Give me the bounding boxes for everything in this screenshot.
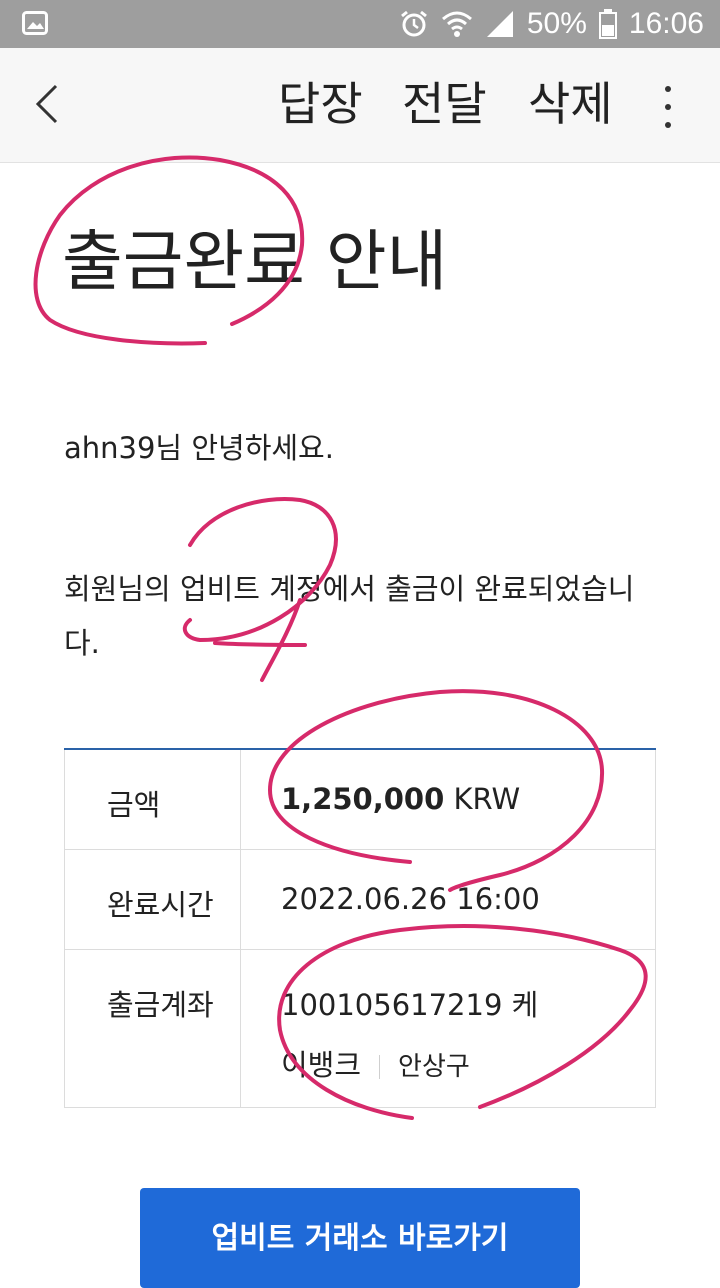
bank-name: 이뱅크 <box>281 1047 362 1082</box>
go-to-upbit-exchange-button[interactable]: 업비트 거래소 바로가기 <box>140 1188 580 1288</box>
more-options-icon[interactable] <box>648 80 688 134</box>
forward-button[interactable]: 전달 <box>402 76 487 132</box>
wifi-icon <box>441 11 472 37</box>
email-title: 출금완료 안내 <box>62 223 448 300</box>
alarm-icon <box>400 10 427 37</box>
message-text: 회원님의 업비트 계정에서 출금이 완료되었습니다. <box>64 572 635 660</box>
account-number: 100105617219 케 <box>281 987 539 1022</box>
account-holder: 안상구 <box>398 1051 470 1082</box>
table-row: 출금계좌 100105617219 케 이뱅크 안상구 <box>64 948 656 1108</box>
status-bar: 50% 16:06 <box>0 0 720 48</box>
account-label: 출금계좌 <box>64 948 241 1108</box>
clock: 16:06 <box>628 7 704 40</box>
account-value-cell: 100105617219 케 이뱅크 안상구 <box>240 948 656 1108</box>
delete-button[interactable]: 삭제 <box>528 76 613 132</box>
reply-button[interactable]: 답장 <box>278 76 363 132</box>
battery-icon <box>598 9 617 39</box>
battery-percent: 50% <box>526 7 587 40</box>
account-bank-line: 이뱅크 안상구 <box>281 1038 635 1094</box>
completion-time-label: 완료시간 <box>64 848 241 950</box>
amount-label: 금액 <box>64 748 241 850</box>
greeting-text: ahn39님 안녕하세요. <box>64 431 334 465</box>
amount-value: 1,250,000 <box>281 782 445 816</box>
app-bar: 답장 전달 삭제 <box>0 48 720 163</box>
signal-icon <box>486 11 513 37</box>
table-row: 완료시간 2022.06.26 16:00 <box>64 848 656 950</box>
back-arrow-icon[interactable] <box>22 74 72 134</box>
withdrawal-info-table: 금액 1,250,000 KRW 완료시간 2022.06.26 16:00 출… <box>64 748 656 1108</box>
divider <box>379 1054 381 1079</box>
completion-time-value: 2022.06.26 16:00 <box>240 848 656 950</box>
amount-value-cell: 1,250,000 KRW <box>240 748 656 850</box>
gallery-notification-icon <box>22 11 48 35</box>
table-row: 금액 1,250,000 KRW <box>64 748 656 850</box>
amount-unit: KRW <box>453 782 521 816</box>
